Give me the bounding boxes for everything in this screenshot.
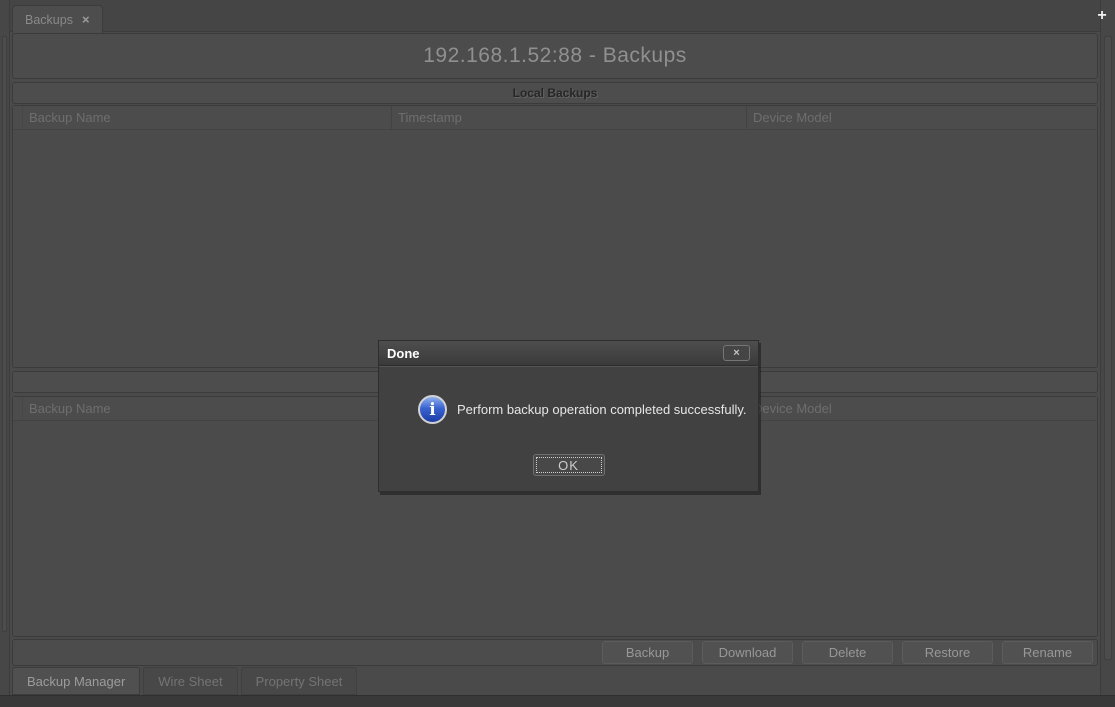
table-body-empty	[13, 130, 1097, 367]
info-icon: i	[418, 395, 447, 424]
tab-property-sheet[interactable]: Property Sheet	[241, 667, 358, 695]
left-splitter[interactable]	[0, 0, 10, 695]
tab-close-icon[interactable]: ×	[82, 12, 90, 27]
dialog-title: Done	[387, 346, 420, 361]
ok-button[interactable]: OK	[533, 454, 605, 476]
dialog-body: i Perform backup operation completed suc…	[379, 366, 758, 491]
tab-backup-manager[interactable]: Backup Manager	[12, 667, 140, 695]
delete-button[interactable]: Delete	[802, 641, 893, 664]
tab-backups-label: Backups	[25, 13, 73, 27]
local-backups-table: Backup Name Timestamp Device Model	[12, 105, 1098, 368]
dialog-message: Perform backup operation completed succe…	[457, 402, 748, 417]
column-header-timestamp[interactable]: Timestamp	[391, 106, 746, 129]
view-title-panel: 192.168.1.52:88 - Backups	[12, 33, 1098, 79]
left-splitter-handle[interactable]	[2, 36, 7, 632]
dialog-title-bar[interactable]: Done ×	[379, 341, 758, 366]
local-backups-title: Local Backups	[513, 86, 598, 100]
action-button-bar: Backup Download Delete Restore Rename	[12, 639, 1098, 666]
row-gutter	[13, 106, 23, 129]
right-splitter-handle[interactable]	[1104, 36, 1112, 660]
new-tab-icon[interactable]: +	[1093, 6, 1111, 26]
restore-button[interactable]: Restore	[902, 641, 993, 664]
tab-wire-sheet[interactable]: Wire Sheet	[143, 667, 237, 695]
rename-button[interactable]: Rename	[1002, 641, 1093, 664]
column-header-backup-name[interactable]: Backup Name	[23, 397, 391, 420]
page-title: 192.168.1.52:88 - Backups	[423, 44, 687, 68]
done-dialog: Done × i Perform backup operation comple…	[378, 340, 759, 492]
row-gutter	[13, 397, 23, 420]
column-header-device-model[interactable]: Device Model	[746, 397, 1097, 420]
bottom-tab-bar: Backup Manager Wire Sheet Property Sheet	[12, 667, 357, 695]
window-bottom-edge	[0, 695, 1115, 707]
dialog-close-icon[interactable]: ×	[723, 345, 750, 361]
top-tab-bar: Backups × +	[10, 0, 1100, 32]
column-header-device-model[interactable]: Device Model	[746, 106, 1097, 129]
backup-button[interactable]: Backup	[602, 641, 693, 664]
column-header-backup-name[interactable]: Backup Name	[23, 106, 391, 129]
download-button[interactable]: Download	[702, 641, 793, 664]
local-backups-header: Local Backups	[12, 82, 1098, 104]
table-header-row: Backup Name Timestamp Device Model	[13, 106, 1097, 130]
tab-backups[interactable]: Backups ×	[12, 5, 103, 33]
right-splitter[interactable]	[1100, 0, 1115, 695]
